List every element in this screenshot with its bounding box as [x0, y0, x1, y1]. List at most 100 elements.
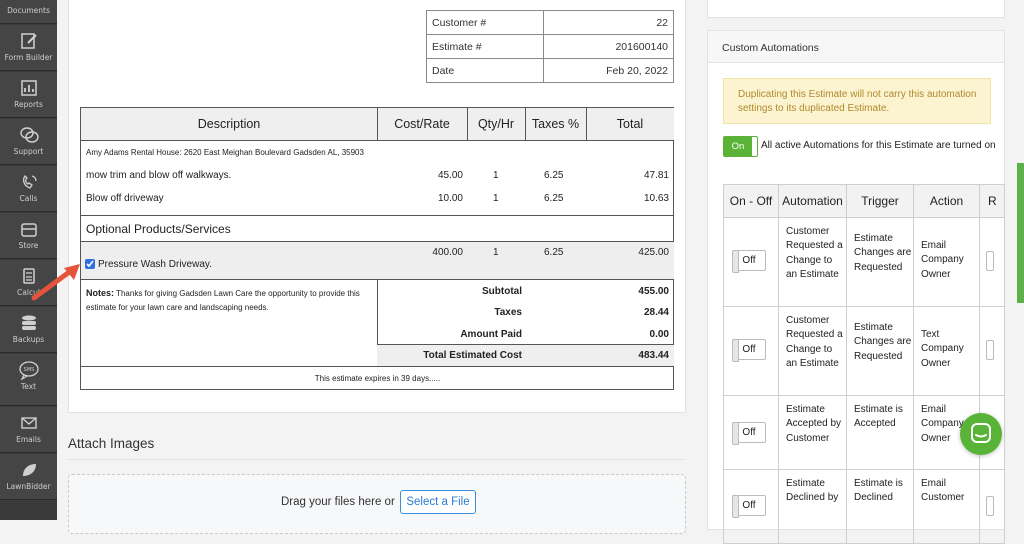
file-dropzone[interactable]: Drag your files here or Select a File — [68, 474, 686, 534]
right-top-card — [707, 0, 1005, 18]
item-total: 47.81 — [643, 170, 669, 181]
taxes-value: 28.44 — [643, 307, 669, 318]
date-label: Date — [426, 58, 544, 83]
subtotal-value: 455.00 — [638, 286, 669, 297]
header-r: R — [980, 185, 1004, 218]
automation-extra-control[interactable] — [986, 496, 994, 516]
notes-text: Thanks for giving Gadsden Lawn Care the … — [86, 289, 360, 312]
sidebar-item-support[interactable]: Support — [0, 119, 57, 165]
automation-name: Customer Requested a Change to an Estima… — [779, 307, 847, 395]
estimate-meta-table: Customer # 22 Estimate # 201600140 Date … — [426, 10, 674, 83]
automation-row: Off Customer Requested a Change to an Es… — [724, 218, 1004, 307]
optional-item-qty: 1 — [493, 247, 499, 258]
sidebar-item-label: Form Builder — [4, 53, 53, 62]
taxes-label: Taxes — [494, 307, 522, 318]
date-value: Feb 20, 2022 — [543, 58, 674, 83]
customer-number-label: Customer # — [426, 10, 544, 35]
store-icon — [20, 223, 37, 237]
subtotal-label: Subtotal — [482, 286, 522, 297]
automation-off-toggle[interactable]: Off — [732, 250, 766, 273]
header-total: Total — [586, 108, 674, 141]
header-qty-hr: Qty/Hr — [467, 108, 525, 141]
sidebar-item-label: Support — [13, 147, 44, 156]
header-taxes: Taxes % — [525, 108, 586, 141]
documents-icon — [18, 0, 40, 4]
automation-name: Estimate Declined by — [779, 470, 847, 543]
total-row: Total Estimated Cost 483.44 — [377, 344, 674, 366]
header-cost-rate: Cost/Rate — [377, 108, 467, 141]
automation-extra-control[interactable] — [986, 340, 994, 360]
item-description: Blow off driveway — [86, 193, 164, 204]
header-automation: Automation — [779, 185, 847, 218]
automation-trigger: Estimate Changes are Requested — [847, 218, 914, 306]
customer-number-row: Customer # 22 — [426, 10, 674, 35]
sidebar-item-form-builder[interactable]: Form Builder — [0, 25, 57, 71]
scrollbar-thumb[interactable] — [1017, 163, 1024, 303]
sidebar-item-reports[interactable]: Reports — [0, 72, 57, 118]
optional-item-description: Pressure Wash Driveway. — [98, 259, 212, 270]
calls-icon — [22, 175, 37, 189]
automation-trigger: Estimate is Declined — [847, 470, 914, 543]
sidebar-item-emails[interactable]: Emails — [0, 407, 57, 453]
backups-icon — [21, 315, 36, 330]
item-taxes: 6.25 — [544, 193, 564, 204]
chat-launcher-button[interactable] — [960, 413, 1002, 455]
sidebar-item-label: Text — [20, 382, 37, 391]
automation-row: Off Estimate Declined by Estimate is Dec… — [724, 470, 1004, 543]
sidebar-item-documents[interactable]: Documents — [0, 0, 57, 24]
automation-trigger: Estimate is Accepted — [847, 396, 914, 469]
automation-row: Off Customer Requested a Change to an Es… — [724, 307, 1004, 396]
sidebar-item-calls[interactable]: Calls — [0, 166, 57, 212]
sidebar-item-text[interactable]: SMS Text — [0, 354, 57, 406]
amount-paid-value: 0.00 — [649, 329, 669, 340]
custom-automations-title: Custom Automations — [708, 31, 1004, 63]
sms-icon: SMS — [18, 361, 39, 380]
automation-trigger: Estimate Changes are Requested — [847, 307, 914, 395]
optional-item-total: 425.00 — [638, 247, 669, 258]
annotation-arrow-icon — [31, 264, 80, 301]
item-total: 10.63 — [643, 193, 669, 204]
total-estimated-label: Total Estimated Cost — [423, 350, 522, 361]
sidebar-item-label: Emails — [16, 435, 41, 444]
item-cost: 45.00 — [437, 170, 463, 181]
automation-action: Email Company Owner — [914, 218, 980, 306]
automation-extra-control[interactable] — [986, 251, 994, 271]
automations-table: On - Off Automation Trigger Action R Off… — [723, 184, 1005, 544]
select-file-button[interactable]: Select a File — [400, 490, 476, 514]
automation-action: Text Company Owner — [914, 307, 980, 395]
header-trigger: Trigger — [847, 185, 914, 218]
duplicate-warning: Duplicating this Estimate will not carry… — [723, 78, 991, 124]
reports-icon — [20, 80, 37, 96]
automation-name: Estimate Accepted by Customer — [779, 396, 847, 469]
email-icon — [20, 417, 37, 429]
support-icon — [19, 127, 39, 143]
lawnbidder-icon — [22, 464, 36, 476]
estimate-table: Description Cost/Rate Qty/Hr Taxes % Tot… — [80, 107, 674, 390]
sidebar-item-label: Backups — [12, 335, 45, 344]
automation-name: Customer Requested a Change to an Estima… — [779, 218, 847, 306]
notes-label: Notes: — [86, 288, 115, 298]
sidebar-item-store[interactable]: Store — [0, 213, 57, 259]
job-address: Amy Adams Rental House: 2620 East Meigha… — [86, 148, 364, 157]
notes: Notes: Thanks for giving Gadsden Lawn Ca… — [86, 286, 371, 315]
sidebar-item-label: LawnBidder — [6, 482, 51, 491]
header-on-off: On - Off — [724, 185, 779, 218]
optional-item-row: Pressure Wash Driveway. 400.00 1 6.25 42… — [81, 242, 674, 279]
automation-off-toggle[interactable]: Off — [732, 495, 766, 518]
sidebar-item-label: Store — [18, 241, 39, 250]
automation-off-toggle[interactable]: Off — [732, 339, 766, 362]
sidebar-item-backups[interactable]: Backups — [0, 307, 57, 353]
estimate-number-label: Estimate # — [426, 34, 544, 59]
estimate-number-row: Estimate # 201600140 — [426, 34, 674, 59]
automation-action: Email Customer — [914, 470, 980, 543]
header-action: Action — [914, 185, 980, 218]
custom-automations-card: Custom Automations Duplicating this Esti… — [707, 30, 1005, 544]
customer-number-value: 22 — [543, 10, 674, 35]
optional-item-taxes: 6.25 — [544, 247, 564, 258]
sidebar-item-lawnbidder[interactable]: LawnBidder — [0, 454, 57, 500]
optional-item-cost: 400.00 — [432, 247, 463, 258]
sidebar-item-label: Calls — [19, 194, 38, 203]
expiry-note: This estimate expires in 39 days..... — [314, 374, 441, 383]
estimate-number-value: 201600140 — [543, 34, 674, 59]
automation-off-toggle[interactable]: Off — [732, 422, 766, 445]
